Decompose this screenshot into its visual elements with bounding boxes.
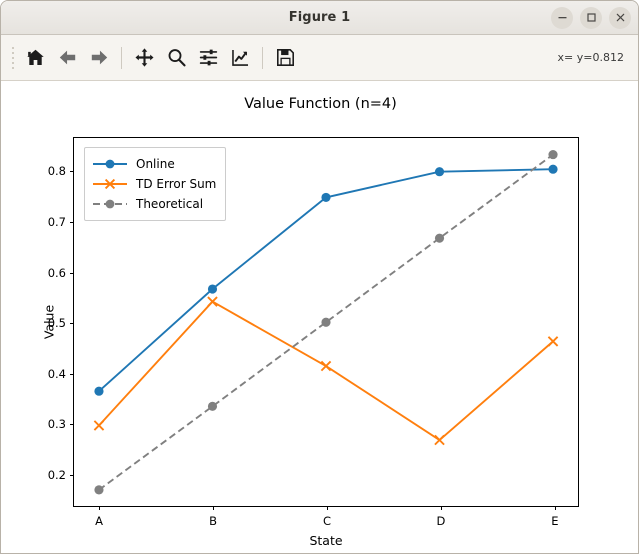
minimize-button[interactable] xyxy=(551,6,573,29)
legend-key-x-icon xyxy=(92,177,128,191)
legend-item: Theoretical xyxy=(92,194,216,214)
home-icon xyxy=(26,49,44,65)
x-axis-label: State xyxy=(309,533,343,548)
y-tick-label: 0.7 xyxy=(47,215,66,230)
data-point-marker xyxy=(94,386,104,396)
configure-subplots-sliders-icon xyxy=(199,49,217,66)
legend-item: TD Error Sum xyxy=(92,174,216,194)
x-tick-mark xyxy=(327,506,328,510)
x-tick-mark xyxy=(213,506,215,510)
data-point-marker xyxy=(434,434,445,446)
zoom-magnifier-icon xyxy=(168,49,186,67)
back-button[interactable] xyxy=(51,42,83,74)
navigation-toolbar: x= y=0.812 xyxy=(1,35,638,81)
legend-label: Theoretical xyxy=(136,197,204,211)
data-point-marker xyxy=(321,317,331,327)
toolbar-separator-2 xyxy=(262,46,263,69)
data-point-marker xyxy=(434,167,445,177)
x-tick-label: B xyxy=(209,514,217,528)
maximize-button[interactable] xyxy=(580,6,602,29)
figure-canvas[interactable]: Value Function (n=4) Value State 0.2 0.3 0… xyxy=(1,81,638,553)
legend-label: Online xyxy=(136,157,175,171)
save-floppy-icon xyxy=(276,49,294,66)
close-button[interactable] xyxy=(609,6,631,29)
data-point-marker xyxy=(94,485,104,495)
x-tick-label: A xyxy=(95,514,103,528)
data-point-marker xyxy=(207,296,218,307)
y-tick-label: 0.5 xyxy=(47,316,66,331)
x-tick-label: C xyxy=(322,514,332,528)
coordinate-status-text: x= y=0.812 xyxy=(557,51,624,64)
data-point-marker xyxy=(320,360,332,372)
data-point-marker xyxy=(207,401,218,411)
window-controls xyxy=(551,1,631,34)
data-point-marker xyxy=(547,336,559,347)
x-tick-label: D xyxy=(436,514,446,528)
y-tick-label: 0.4 xyxy=(47,366,66,381)
forward-arrow-icon xyxy=(91,50,107,65)
plot-axes: Value State 0.2 0.3 0.4 0.5 0.6 0.7 0.8 ABCDE … xyxy=(42,137,579,548)
x-tick-label: E xyxy=(551,514,559,528)
title-bar: Figure 1 xyxy=(1,1,638,35)
home-button[interactable] xyxy=(19,42,51,74)
figure-area: Value Function (n=4) Value State 0.2 0.3 0… xyxy=(1,81,638,553)
y-tick-label: 0.8 xyxy=(47,164,66,179)
pan-button[interactable] xyxy=(128,42,160,74)
data-point-marker xyxy=(207,284,218,294)
x-tick-mark xyxy=(554,506,556,510)
edit-axis-curve-icon xyxy=(231,49,248,66)
legend-key-circle-icon xyxy=(92,197,128,211)
back-arrow-icon xyxy=(59,50,75,65)
x-tick-mark xyxy=(440,506,442,510)
edit-parameters-button[interactable] xyxy=(224,42,256,74)
chart-legend: Online TD Error Sum Theoretical xyxy=(84,147,227,221)
y-tick-label: 0.3 xyxy=(47,417,66,432)
toolbar-separator xyxy=(121,46,122,69)
data-point-marker xyxy=(548,164,558,174)
figure-window: Figure 1 x= y=0.812 Value Function (n=4)… xyxy=(0,0,639,554)
y-tick-label: 0.6 xyxy=(47,265,66,280)
data-point-marker xyxy=(93,420,105,431)
data-point-marker xyxy=(321,192,331,202)
data-point-marker xyxy=(434,233,445,243)
legend-key-circle-icon xyxy=(92,157,128,171)
data-point-marker xyxy=(548,150,558,160)
toolbar-grip xyxy=(11,45,15,71)
save-button[interactable] xyxy=(269,42,301,74)
legend-item: Online xyxy=(92,154,216,174)
y-tick-label: 0.2 xyxy=(47,468,66,483)
zoom-button[interactable] xyxy=(160,42,192,74)
forward-button[interactable] xyxy=(83,42,115,74)
window-title: Figure 1 xyxy=(288,10,351,25)
chart-title: Value Function (n=4) xyxy=(244,96,397,112)
legend-label: TD Error Sum xyxy=(136,177,217,191)
x-tick-mark xyxy=(99,506,101,510)
close-icon xyxy=(616,13,624,22)
pan-move-icon xyxy=(134,48,154,67)
minimize-icon xyxy=(558,17,566,19)
maximize-icon xyxy=(586,13,596,22)
configure-subplots-button[interactable] xyxy=(192,42,224,74)
